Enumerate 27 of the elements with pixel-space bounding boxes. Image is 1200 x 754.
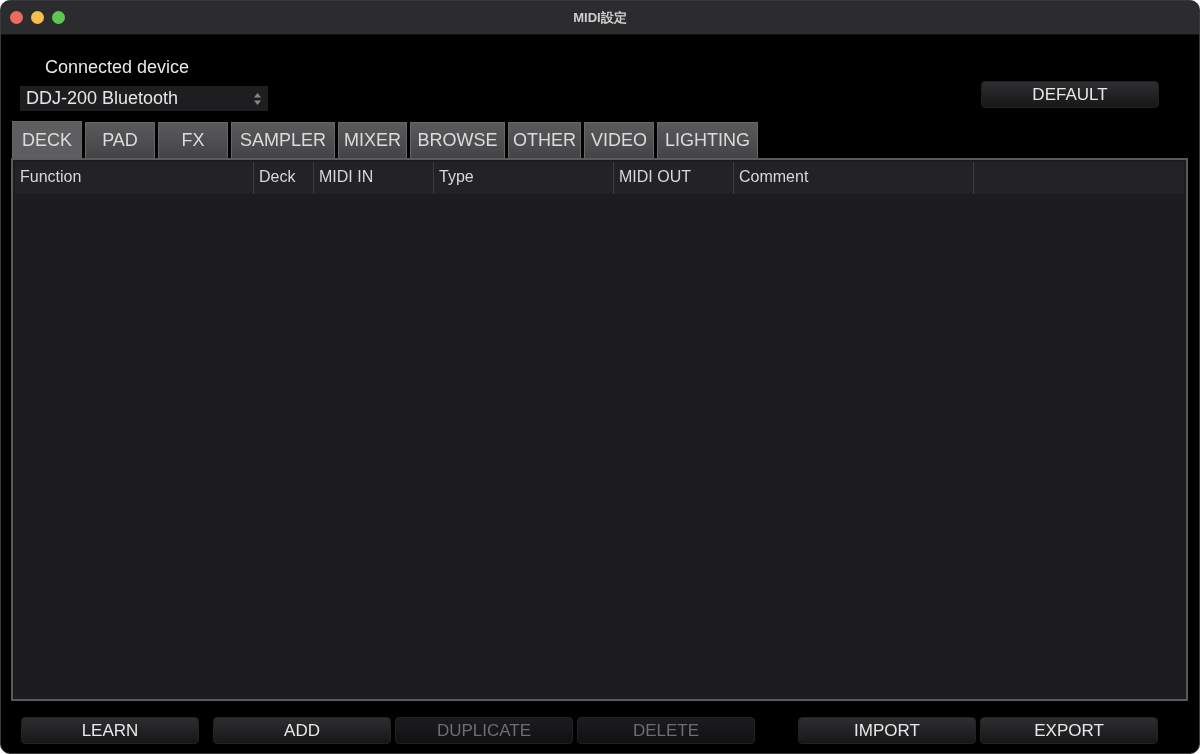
device-label: Connected device xyxy=(45,57,191,78)
column-header[interactable]: Comment xyxy=(734,162,974,194)
action-button[interactable]: ADD xyxy=(213,717,391,744)
tab[interactable]: MIXER xyxy=(338,122,407,158)
action-button[interactable]: EXPORT xyxy=(980,717,1158,744)
minimize-icon[interactable] xyxy=(31,11,44,24)
stepper-icon xyxy=(253,91,262,106)
tab[interactable]: BROWSE xyxy=(410,122,505,158)
zoom-icon[interactable] xyxy=(52,11,65,24)
action-button[interactable]: LEARN xyxy=(21,717,199,744)
default-button[interactable]: DEFAULT xyxy=(981,81,1159,108)
close-icon[interactable] xyxy=(10,11,23,24)
tab[interactable]: PAD xyxy=(85,122,155,158)
tab[interactable]: SAMPLER xyxy=(231,122,335,158)
column-header[interactable]: Function xyxy=(15,162,254,194)
tab[interactable]: VIDEO xyxy=(584,122,654,158)
window-title: MIDI設定 xyxy=(573,9,627,25)
column-header[interactable]: MIDI IN xyxy=(314,162,434,194)
column-header[interactable]: MIDI OUT xyxy=(614,162,734,194)
tab[interactable]: LIGHTING xyxy=(657,122,758,158)
device-dropdown[interactable]: DDJ-200 Bluetooth xyxy=(20,86,268,111)
tab[interactable]: OTHER xyxy=(508,122,581,158)
tab[interactable]: FX xyxy=(158,122,228,158)
column-header[interactable]: Deck xyxy=(254,162,314,194)
action-button[interactable]: IMPORT xyxy=(798,717,976,744)
tab[interactable]: DECK xyxy=(12,121,82,158)
column-header[interactable]: Type xyxy=(434,162,614,194)
